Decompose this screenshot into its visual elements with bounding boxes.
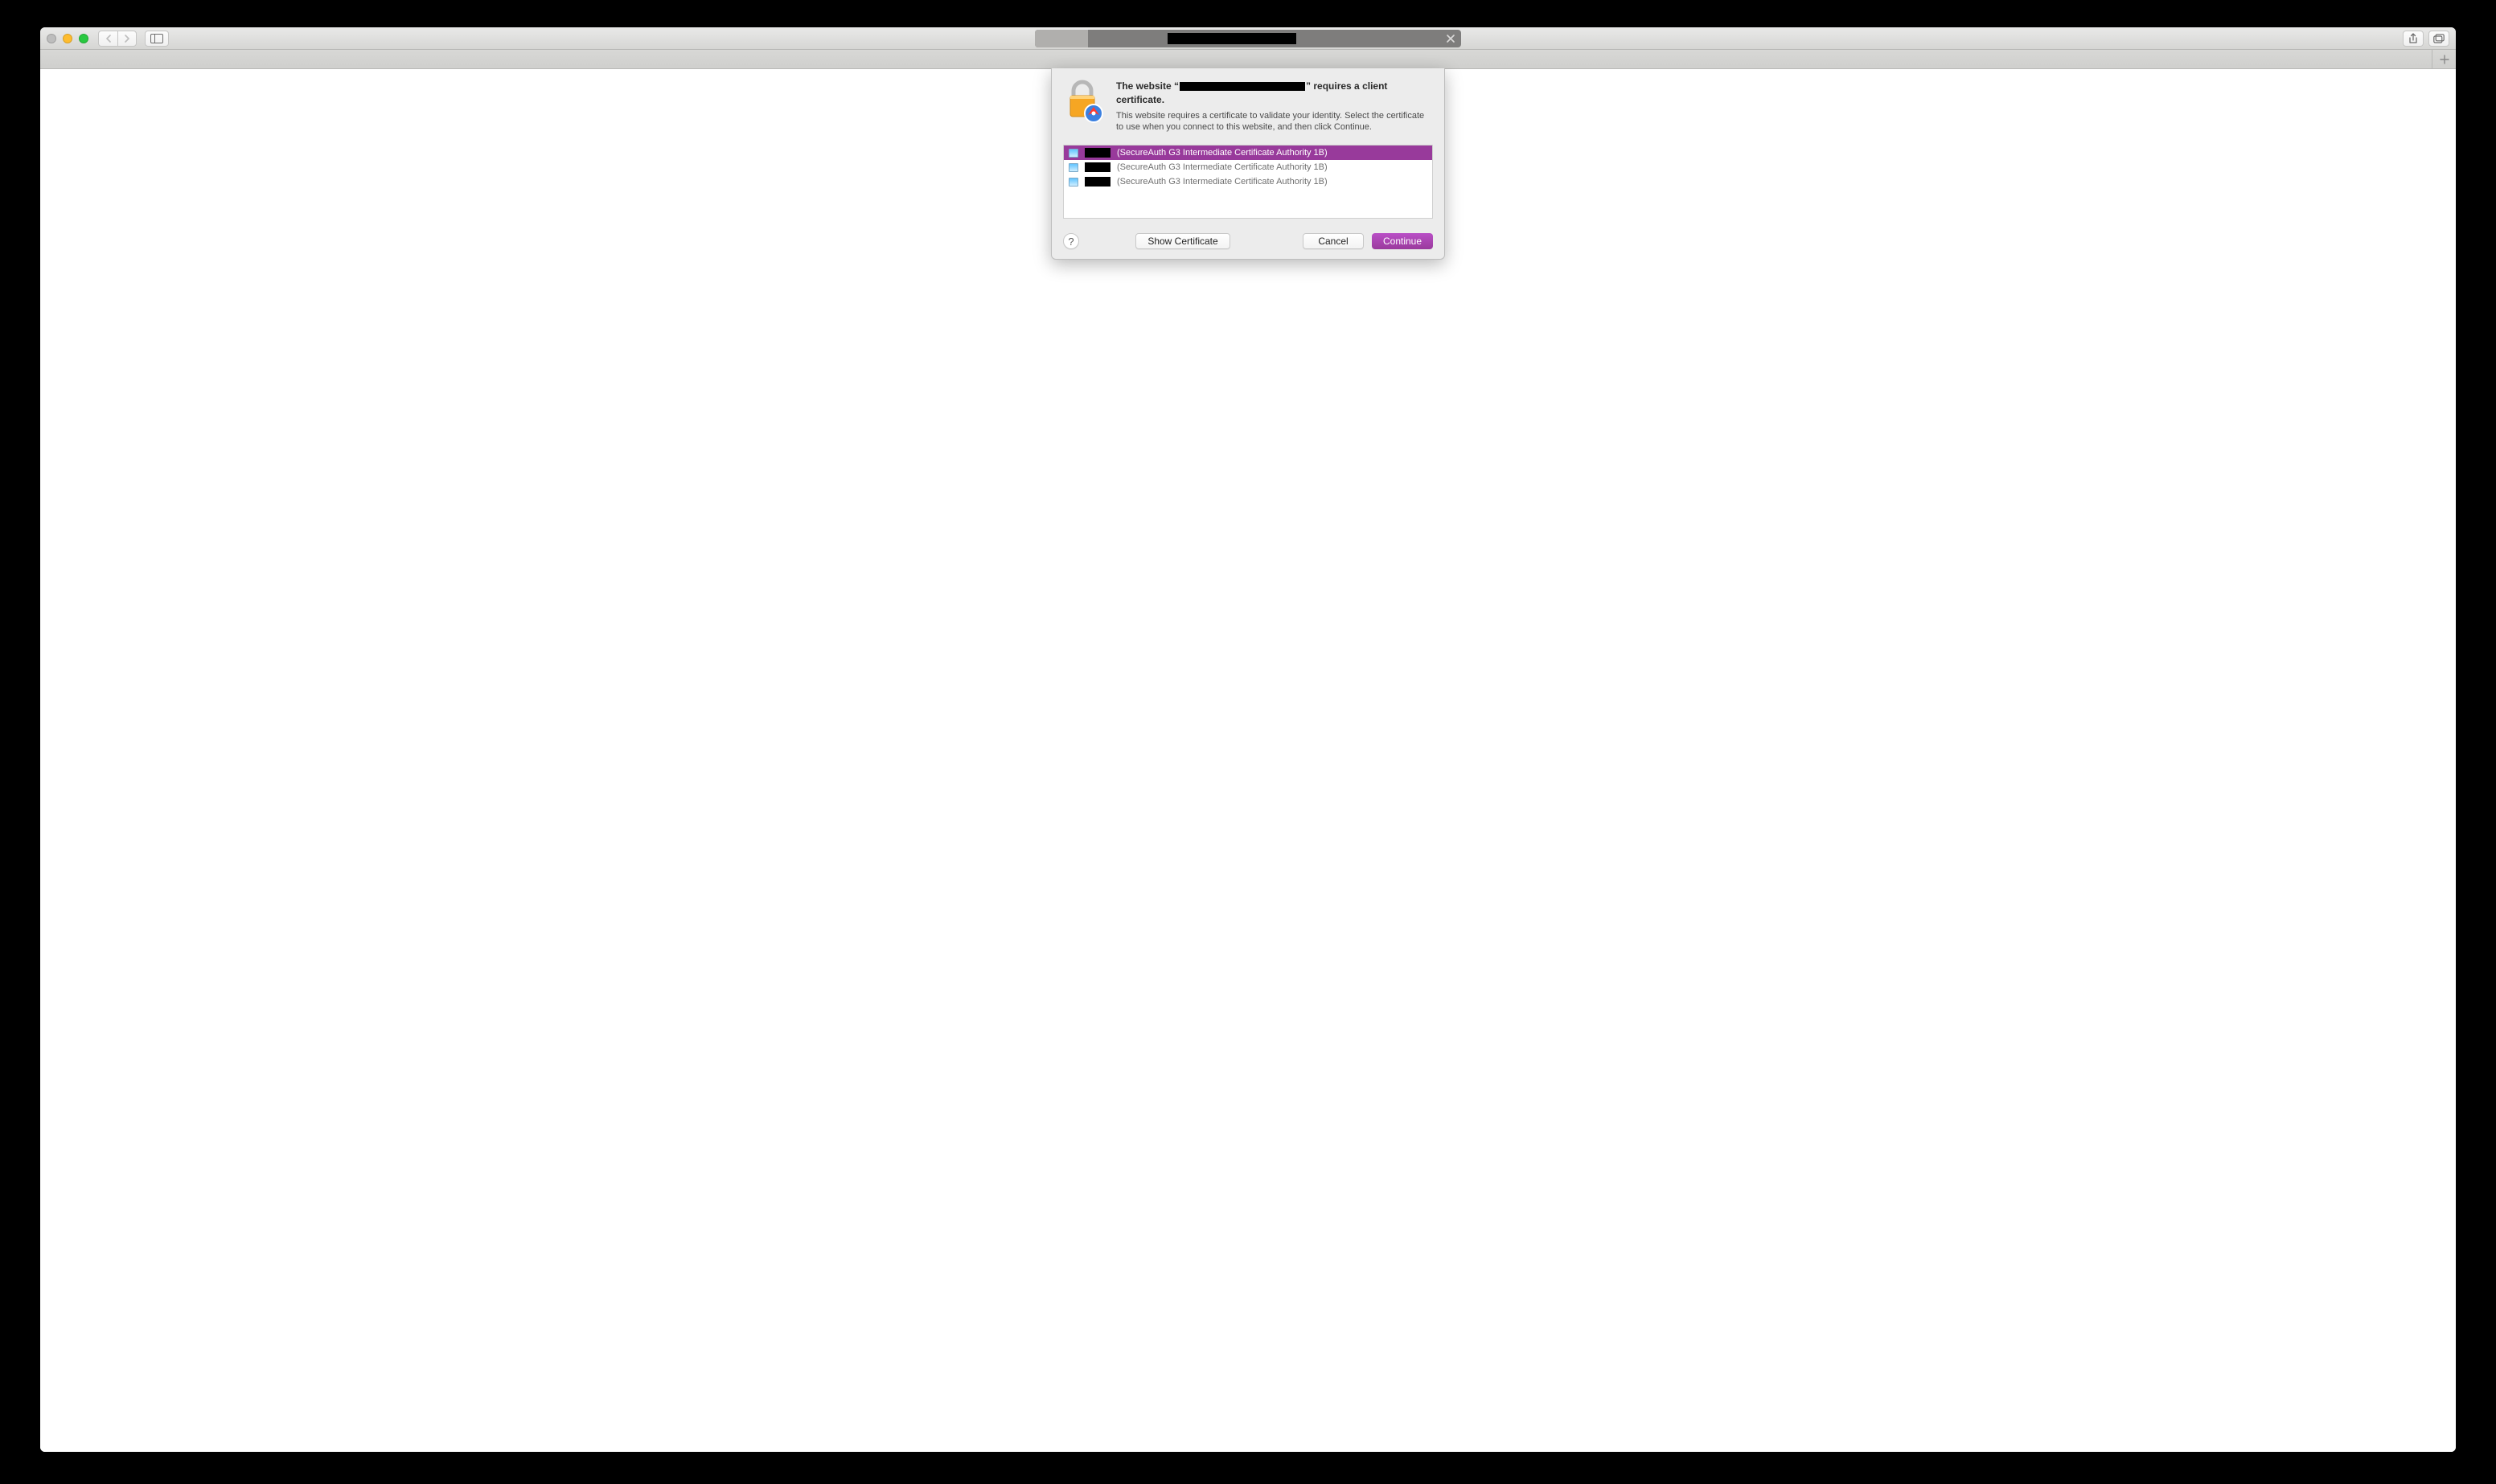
show-certificate-button[interactable]: Show Certificate [1135,233,1230,249]
stop-reload-button[interactable] [1445,33,1456,44]
tab-strip [40,50,2456,69]
certificate-identity-redacted [1085,148,1110,158]
help-button[interactable]: ? [1063,233,1079,249]
share-icon [2408,33,2418,44]
continue-label: Continue [1383,236,1422,247]
certificate-list[interactable]: (SecureAuth G3 Intermediate Certificate … [1063,145,1433,219]
title-bar [40,27,2456,50]
window-zoom-button[interactable] [79,34,88,43]
navigation-buttons [98,31,137,47]
cancel-label: Cancel [1318,236,1348,247]
window-minimize-button[interactable] [63,34,72,43]
dialog-title-prefix: The website “ [1116,80,1179,92]
certificate-identity-redacted [1085,177,1110,187]
window-controls [47,34,88,43]
website-redacted [1180,82,1305,91]
cancel-button[interactable]: Cancel [1303,233,1364,249]
tabs-icon [2433,34,2445,43]
chevron-left-icon [105,35,112,43]
chevron-right-icon [124,35,130,43]
back-button[interactable] [98,31,117,47]
certificate-icon [1069,178,1078,187]
plus-icon [2440,55,2449,64]
certificate-row[interactable]: (SecureAuth G3 Intermediate Certificate … [1064,174,1432,189]
dialog-title: The website “” requires a client certifi… [1116,80,1433,107]
question-mark-icon: ? [1068,236,1074,248]
address-redacted [1168,33,1296,44]
certificate-identity-redacted [1085,162,1110,172]
tab-overview-button[interactable] [2428,31,2449,47]
dialog-description: This website requires a certificate to v… [1116,110,1433,134]
address-bar[interactable] [1035,30,1461,47]
certificate-issuer: (SecureAuth G3 Intermediate Certificate … [1117,177,1328,187]
share-button[interactable] [2403,31,2424,47]
toolbar-right [2403,31,2449,47]
loading-progress [1035,30,1088,47]
show-certificate-label: Show Certificate [1147,236,1217,247]
certificate-row[interactable]: (SecureAuth G3 Intermediate Certificate … [1064,146,1432,160]
certificate-icon [1069,149,1078,158]
window-close-button[interactable] [47,34,56,43]
close-icon [1447,35,1455,43]
lock-badge-icon [1063,80,1105,133]
client-certificate-dialog: The website “” requires a client certifi… [1051,68,1445,260]
continue-button[interactable]: Continue [1372,233,1433,249]
new-tab-button[interactable] [2432,50,2456,68]
sidebar-icon [150,34,163,43]
certificate-issuer: (SecureAuth G3 Intermediate Certificate … [1117,162,1328,172]
browser-window: The website “” requires a client certifi… [40,27,2456,1452]
sidebar-toggle-button[interactable] [145,31,169,47]
certificate-row[interactable]: (SecureAuth G3 Intermediate Certificate … [1064,160,1432,174]
certificate-icon [1069,163,1078,172]
certificate-issuer: (SecureAuth G3 Intermediate Certificate … [1117,148,1328,158]
forward-button[interactable] [117,31,137,47]
page-content: The website “” requires a client certifi… [40,69,2456,1452]
